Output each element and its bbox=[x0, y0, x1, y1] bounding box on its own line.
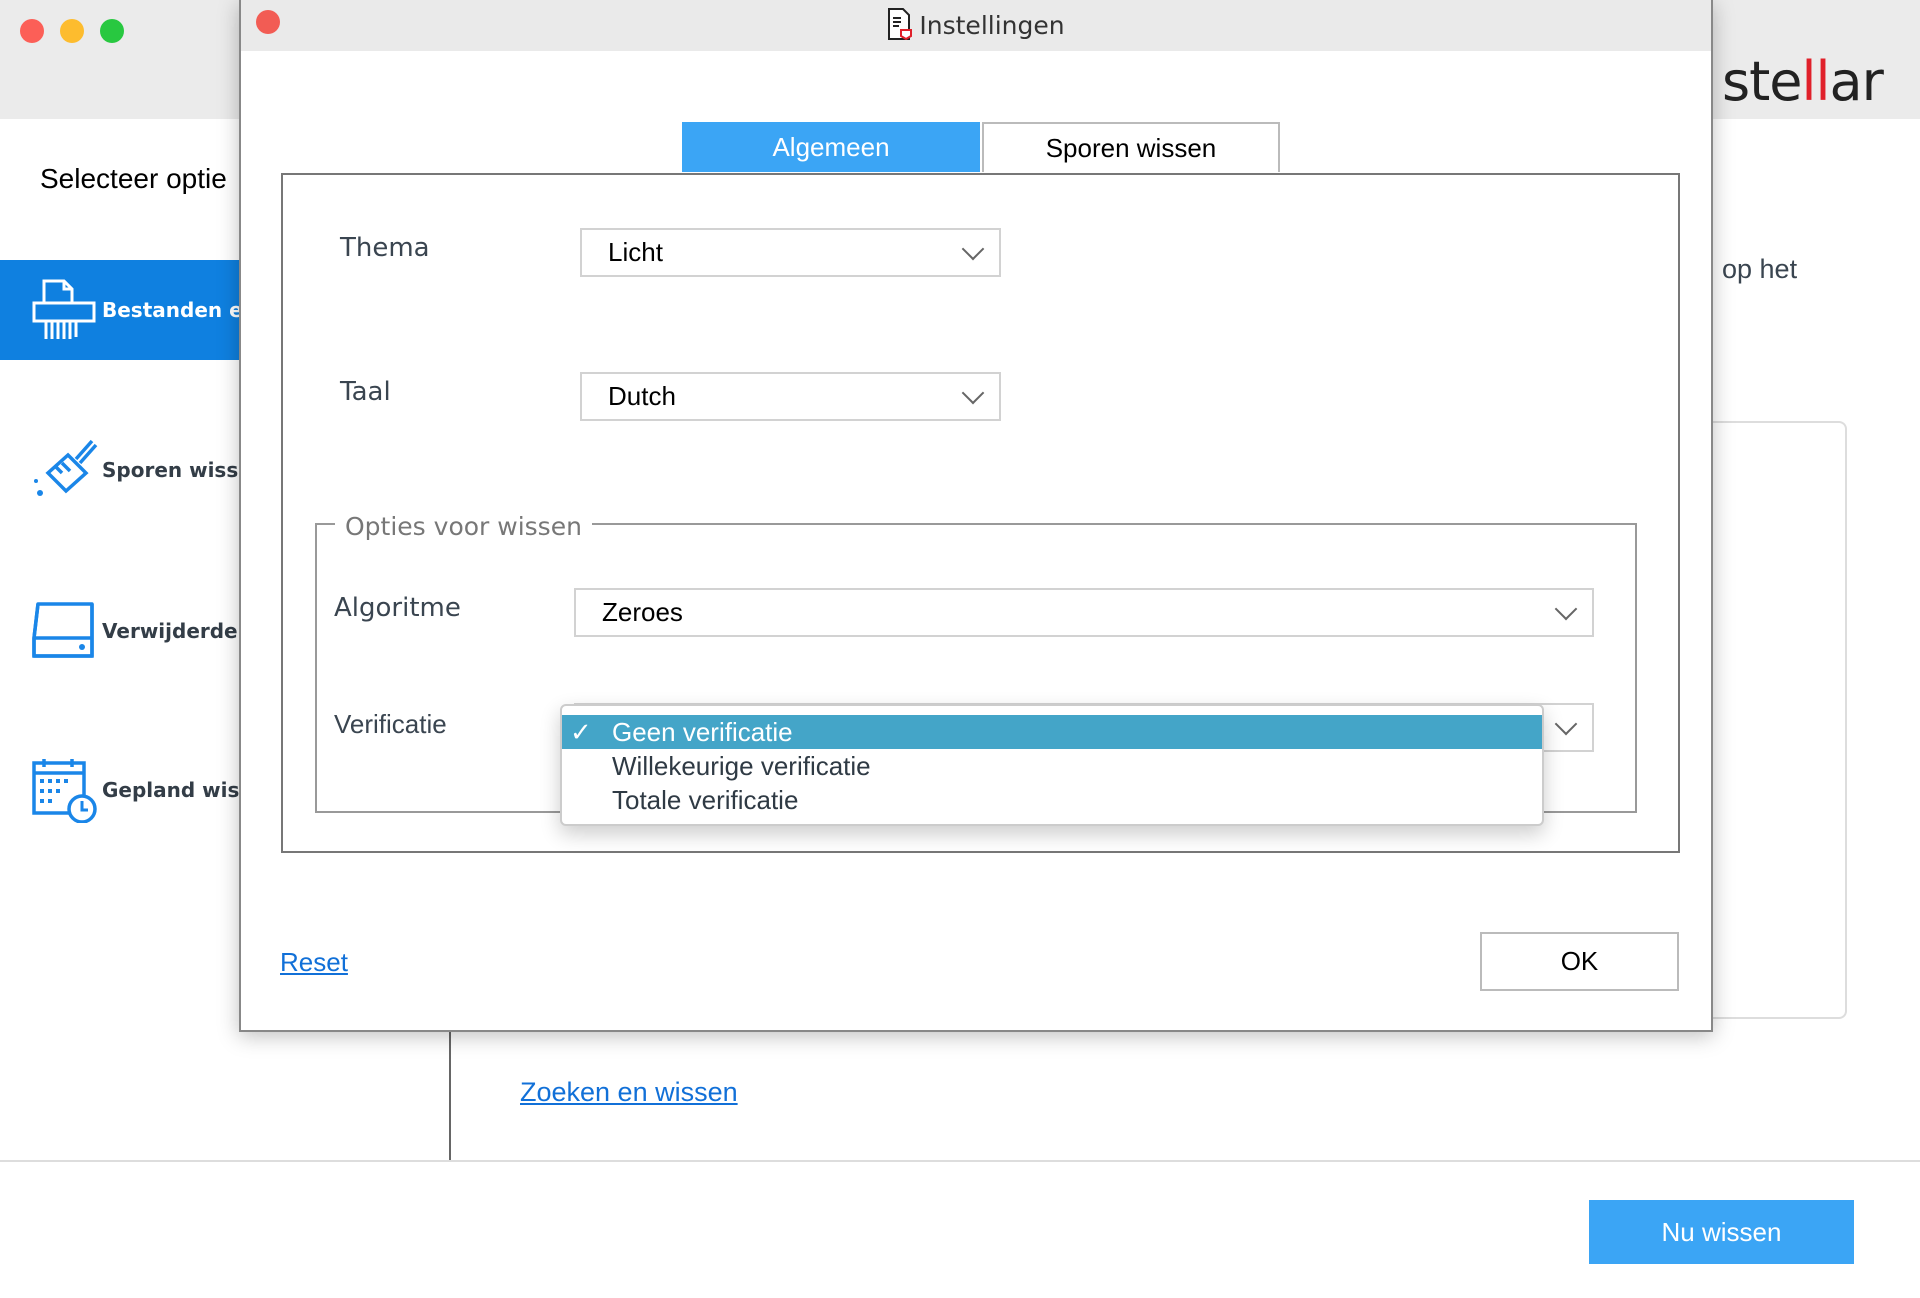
ok-button[interactable]: OK bbox=[1480, 932, 1679, 991]
reset-link[interactable]: Reset bbox=[280, 947, 348, 978]
option-no-verification[interactable]: ✓ Geen verificatie bbox=[562, 715, 1542, 749]
sidebar-item-scheduled[interactable]: Gepland wiss bbox=[0, 740, 251, 840]
chevron-down-icon bbox=[1554, 597, 1578, 620]
language-label: Taal bbox=[340, 377, 391, 407]
zoom-window-button[interactable] bbox=[100, 19, 124, 43]
settings-dialog: Instellingen Algemeen Sporen wissen Them… bbox=[239, 0, 1713, 1032]
verification-label: Verificatie bbox=[334, 709, 447, 739]
theme-label: Thema bbox=[340, 233, 430, 263]
sidebar-title: Selecteer optie bbox=[40, 163, 227, 194]
chevron-down-icon bbox=[961, 381, 985, 404]
sidebar-item-files[interactable]: Bestanden en bbox=[0, 260, 257, 360]
algorithm-select[interactable]: Zeroes bbox=[574, 588, 1594, 637]
wipe-options-legend: Opties voor wissen bbox=[335, 512, 592, 541]
tab-general[interactable]: Algemeen bbox=[682, 122, 980, 172]
checkmark-icon: ✓ bbox=[570, 716, 592, 747]
tab-traces[interactable]: Sporen wissen bbox=[982, 122, 1280, 172]
chevron-down-icon bbox=[1554, 712, 1578, 735]
calendar-clock-icon bbox=[32, 759, 97, 823]
drive-icon bbox=[32, 602, 94, 658]
stellar-logo: stellar bbox=[1722, 50, 1884, 113]
theme-select[interactable]: Licht bbox=[580, 228, 1001, 277]
minimize-window-button[interactable] bbox=[60, 19, 84, 43]
close-window-button[interactable] bbox=[20, 19, 44, 43]
algorithm-label: Algoritme bbox=[334, 593, 461, 623]
broom-icon bbox=[34, 439, 98, 496]
shredder-icon bbox=[32, 279, 96, 339]
sidebar-item-traces[interactable]: Sporen wisse bbox=[0, 420, 252, 520]
dialog-title: Instellingen bbox=[241, 8, 1711, 41]
chevron-down-icon bbox=[961, 237, 985, 260]
footer-divider bbox=[0, 1160, 1920, 1162]
sidebar-item-deleted[interactable]: Verwijderde g bbox=[0, 581, 259, 681]
option-total-verification[interactable]: Totale verificatie bbox=[562, 783, 1542, 817]
wipe-now-button[interactable]: Nu wissen bbox=[1589, 1200, 1854, 1264]
language-select[interactable]: Dutch bbox=[580, 372, 1001, 421]
option-random-verification[interactable]: Willekeurige verificatie bbox=[562, 749, 1542, 783]
settings-document-icon bbox=[888, 8, 913, 41]
content-panel bbox=[1700, 421, 1847, 1019]
verification-dropdown-list: ✓ Geen verificatie Willekeurige verificat… bbox=[560, 704, 1544, 826]
description-text: op het bbox=[1722, 254, 1798, 284]
search-and-wipe-link[interactable]: Zoeken en wissen bbox=[520, 1077, 738, 1108]
divider bbox=[449, 1032, 451, 1160]
